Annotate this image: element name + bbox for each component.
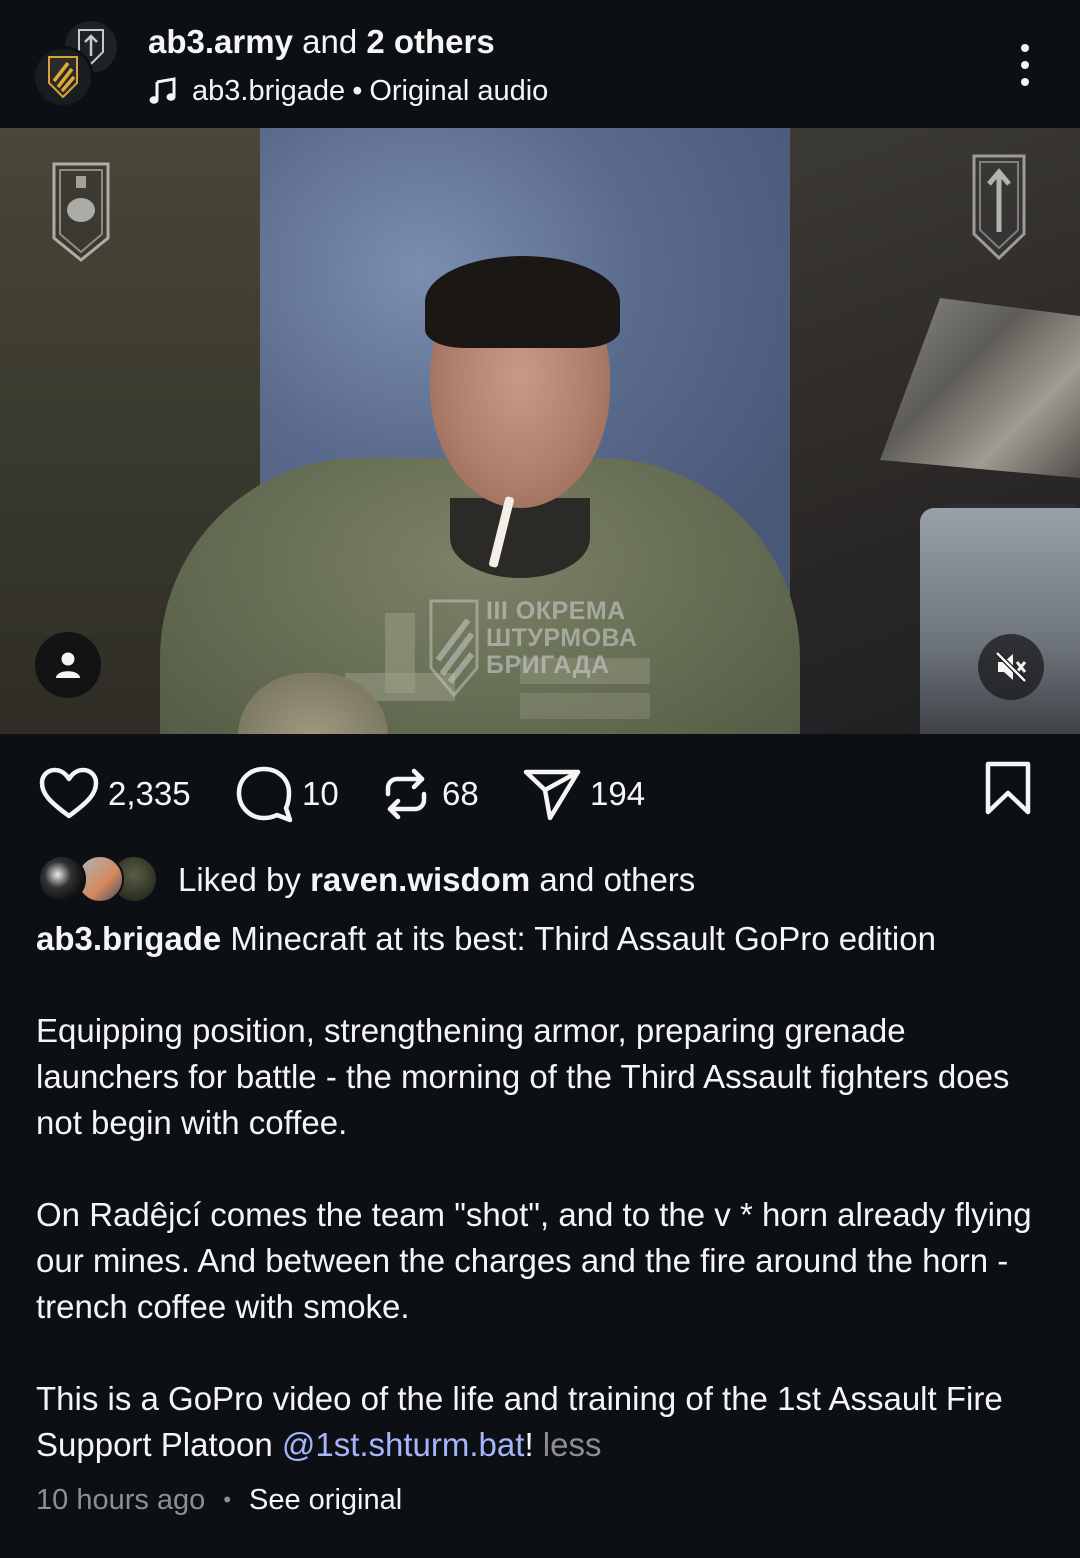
and-text: and (302, 23, 358, 60)
repost-button[interactable]: 68 (378, 764, 479, 824)
watermark-line: ШТУРМОВА (486, 624, 638, 652)
comment-count: 10 (302, 775, 339, 812)
more-options-button[interactable] (1004, 40, 1046, 90)
bookmark-icon (985, 761, 1031, 815)
music-note-icon (149, 77, 176, 104)
watermark-line: БРИГАДА (486, 651, 610, 679)
share-button[interactable]: 194 (522, 764, 645, 824)
audio-label[interactable]: Original audio (369, 75, 548, 108)
liked-by-suffix[interactable]: and others (539, 861, 695, 898)
meta-separator: • (223, 1487, 232, 1512)
mention-handle[interactable]: 1st.shturm.bat (315, 1426, 524, 1463)
caption-text: ! (524, 1426, 534, 1463)
audio-separator: • (352, 74, 363, 107)
speech-bubble-icon (236, 766, 293, 823)
post-caption: ab3.brigade Minecraft at its best: Third… (36, 916, 1052, 1468)
mute-toggle-button[interactable] (978, 634, 1044, 700)
tagged-people-button[interactable] (35, 632, 101, 698)
like-button[interactable]: 2,335 (38, 764, 191, 824)
video-subject (450, 498, 590, 578)
comment-button[interactable]: 10 (234, 764, 339, 824)
video-subject (425, 256, 620, 348)
header-title[interactable]: ab3.army and 2 others (148, 22, 495, 62)
brigade-watermark: III ОКРЕМА ШТУРМОВА БРИГАДА (428, 598, 688, 698)
more-dot (1021, 61, 1029, 69)
post-header: ab3.army and 2 others ab3.brigade • Orig… (0, 0, 1080, 128)
caption-author[interactable]: ab3.brigade (36, 920, 221, 957)
liked-by-avatars[interactable] (38, 855, 160, 905)
less-button[interactable]: less (543, 1426, 602, 1463)
video-background (920, 508, 1080, 734)
share-count: 194 (590, 775, 646, 812)
paper-plane-icon (523, 769, 581, 821)
caption-paragraph: ab3.brigade Minecraft at its best: Third… (36, 916, 1052, 962)
audio-account[interactable]: ab3.brigade (192, 75, 345, 108)
arrow-crest-icon (972, 154, 1026, 261)
others-link[interactable]: 2 others (366, 23, 494, 60)
audio-row[interactable]: ab3.brigade • Original audio (148, 72, 548, 110)
like-count: 2,335 (108, 775, 191, 812)
liked-by-row[interactable]: Liked by raven.wisdom and others (38, 855, 695, 905)
caption-paragraph: On Radêjcí comes the team "shot", and to… (36, 1196, 1032, 1325)
watermark-line: III ОКРЕМА (486, 597, 626, 625)
brigade-chevron-icon (48, 56, 78, 99)
liked-by-user[interactable]: raven.wisdom (310, 861, 530, 898)
brigade-avatar[interactable] (32, 46, 94, 108)
liker-avatar (38, 855, 86, 903)
repost-icon (385, 768, 427, 820)
timestamp: 10 hours ago (36, 1483, 206, 1516)
post-meta: 10 hours ago • See original (36, 1478, 402, 1522)
action-bar: 2,335 10 68 194 (0, 734, 1080, 854)
wolf-crest-icon (52, 162, 110, 262)
liked-by-text: Liked by raven.wisdom and others (178, 861, 695, 899)
more-dot (1021, 44, 1029, 52)
caption-paragraph: This is a GoPro video of the life and tr… (36, 1376, 1052, 1468)
brigade-chevron-watermark-icon (429, 599, 479, 698)
video-player[interactable]: III ОКРЕМА ШТУРМОВА БРИГАДА (0, 128, 1080, 734)
repost-count: 68 (442, 775, 479, 812)
caption-paragraph: Equipping position, strengthening armor,… (36, 1012, 1010, 1141)
see-original-button[interactable]: See original (249, 1484, 402, 1517)
person-icon (56, 652, 80, 678)
caption-text: Minecraft at its best: Third Assault GoP… (230, 920, 936, 957)
save-button[interactable] (982, 758, 1042, 818)
liked-by-prefix: Liked by (178, 861, 301, 898)
mention-link[interactable]: @1st.shturm.bat (282, 1426, 525, 1463)
author-avatars[interactable] (30, 16, 126, 112)
threads-mark-icon: @ (281, 1426, 316, 1463)
heart-icon (39, 767, 99, 819)
speaker-muted-icon (995, 651, 1027, 683)
more-dot (1021, 78, 1029, 86)
account-name[interactable]: ab3.army (148, 23, 293, 60)
